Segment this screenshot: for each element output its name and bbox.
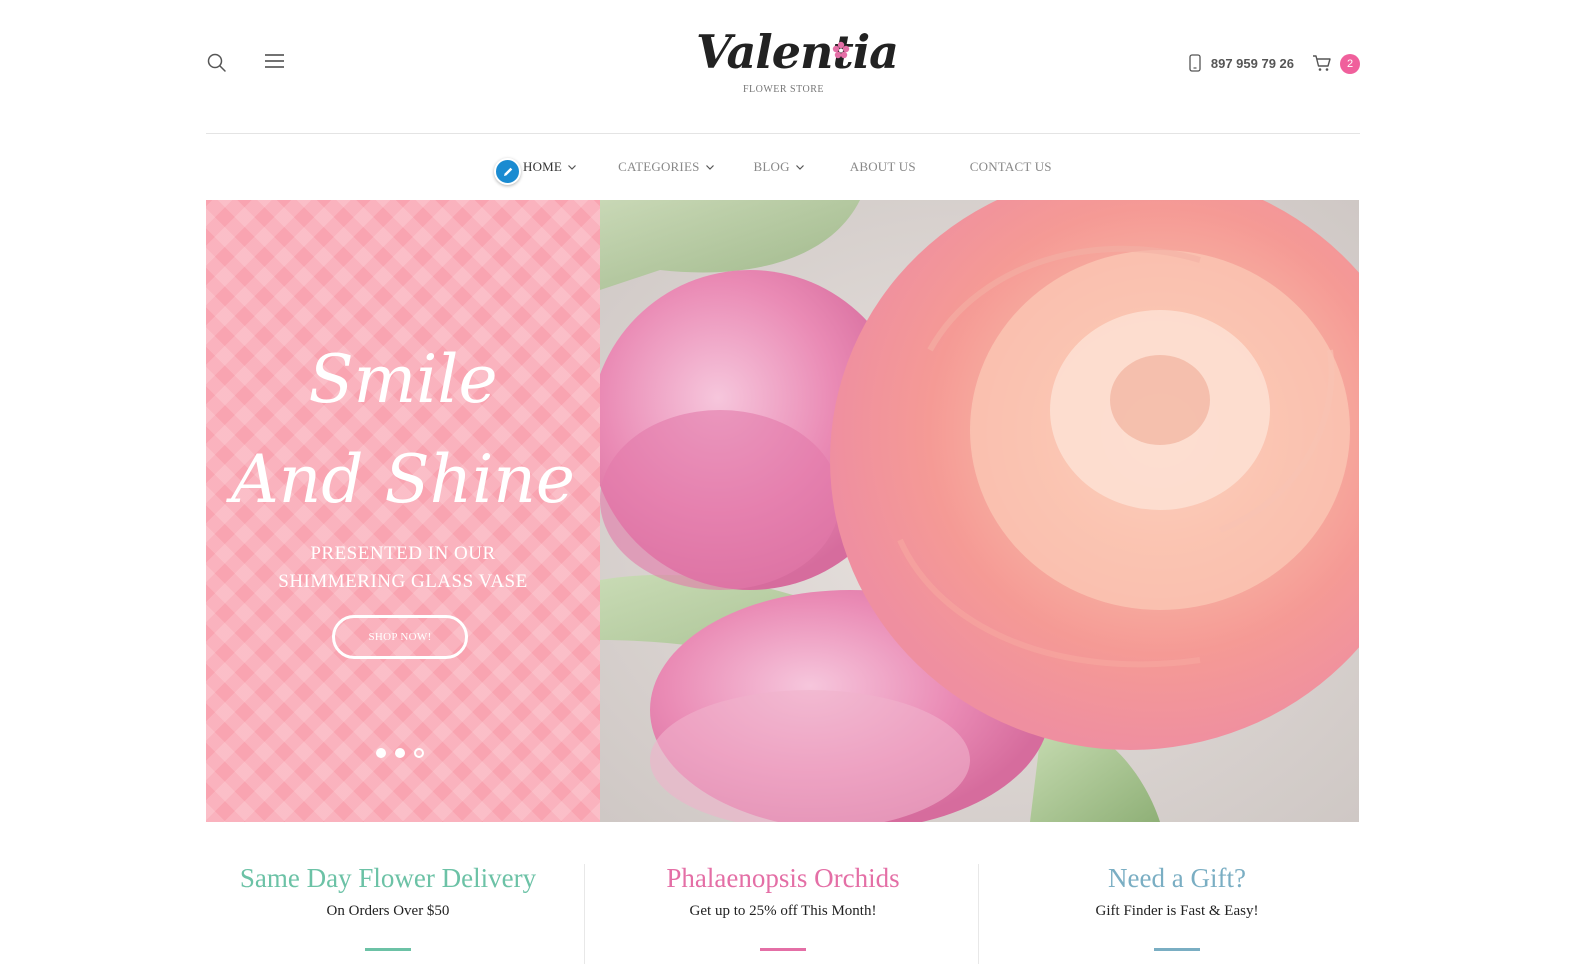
nav-item-label: HOME: [523, 159, 563, 174]
cart-count-badge: 2: [1340, 54, 1360, 74]
edit-button[interactable]: [494, 158, 521, 185]
nav-item-label: ABOUT US: [849, 159, 916, 174]
hamburger-menu-icon: [265, 54, 284, 68]
phone-contact[interactable]: 897 959 79 26: [1189, 52, 1294, 74]
promo-title: Need a Gift?: [1108, 863, 1246, 893]
chevron-down-icon: [705, 164, 714, 170]
hero-slider: Smile And Shine PRESENTED IN OUR SHIMMER…: [206, 200, 1359, 822]
slider-pagination: [376, 748, 424, 758]
hero-subtitle: PRESENTED IN OUR SHIMMERING GLASS VASE: [206, 540, 600, 596]
shopping-cart-icon: [1313, 55, 1331, 71]
hero-subtitle-line1: PRESENTED IN OUR: [310, 543, 496, 564]
nav-item-label: CATEGORIES: [618, 159, 700, 174]
promo-title: Phalaenopsis Orchids: [666, 863, 900, 893]
promo-underline: [760, 948, 806, 951]
promo-title: Same Day Flower Delivery: [239, 863, 537, 893]
promo-subtitle: Gift Finder is Fast & Easy!: [1095, 903, 1259, 919]
nav-item-about-us[interactable]: ABOUT US: [850, 159, 916, 175]
chevron-down-icon: [795, 164, 804, 170]
hero-title-line1: Smile: [308, 341, 498, 418]
hero-title-line2: And Shine: [231, 441, 575, 518]
promo-gift[interactable]: Need a Gift? Gift Finder is Fast & Easy!: [987, 856, 1367, 951]
nav-item-home[interactable]: HOME: [523, 159, 577, 175]
search-icon: [207, 53, 226, 72]
cart-button[interactable]: 2: [1312, 52, 1360, 76]
nav-item-label: BLOG: [753, 159, 790, 174]
site-logo[interactable]: Valentia FLOWER STORE: [696, 24, 899, 104]
rose-image: [600, 200, 1359, 822]
nav-item-contact-us[interactable]: CONTACT US: [970, 159, 1052, 175]
slider-dot-2[interactable]: [395, 748, 405, 758]
promo-underline: [1154, 948, 1200, 951]
flower-logo-icon: [832, 41, 850, 59]
chevron-down-icon: [568, 164, 577, 170]
search-button[interactable]: [206, 52, 228, 74]
phone-number: 897 959 79 26: [1210, 55, 1294, 71]
promo-subtitle: Get up to 25% off This Month!: [689, 903, 877, 919]
slider-dot-1[interactable]: [376, 748, 386, 758]
promo-divider: [584, 864, 585, 964]
hero-text-panel: Smile And Shine PRESENTED IN OUR SHIMMER…: [206, 200, 600, 822]
nav-item-label: CONTACT US: [969, 159, 1052, 174]
menu-button[interactable]: [264, 52, 286, 72]
shop-now-button[interactable]: SHOP NOW!: [332, 615, 468, 659]
nav-menu: HOME CATEGORIES BLOG ABOUT US CONTACT US: [523, 159, 1052, 175]
pencil-icon: [503, 167, 512, 176]
nav-item-categories[interactable]: CATEGORIES: [618, 159, 714, 175]
slider-dot-3[interactable]: [414, 748, 424, 758]
promo-divider: [978, 864, 979, 964]
logo-subtitle: FLOWER STORE: [742, 84, 825, 95]
site-header: Valentia FLOWER STORE 897 959 79 26 2: [206, 0, 1360, 134]
promo-underline: [365, 948, 411, 951]
promo-delivery[interactable]: Same Day Flower Delivery On Orders Over …: [198, 856, 578, 951]
promo-orchids[interactable]: Phalaenopsis Orchids Get up to 25% off T…: [593, 856, 973, 951]
hero-subtitle-line2: SHIMMERING GLASS VASE: [278, 571, 528, 592]
nav-item-blog[interactable]: BLOG: [754, 159, 804, 175]
promo-subtitle: On Orders Over $50: [326, 903, 450, 919]
mobile-phone-icon: [1189, 54, 1201, 72]
hero-image-roses: [600, 200, 1359, 822]
